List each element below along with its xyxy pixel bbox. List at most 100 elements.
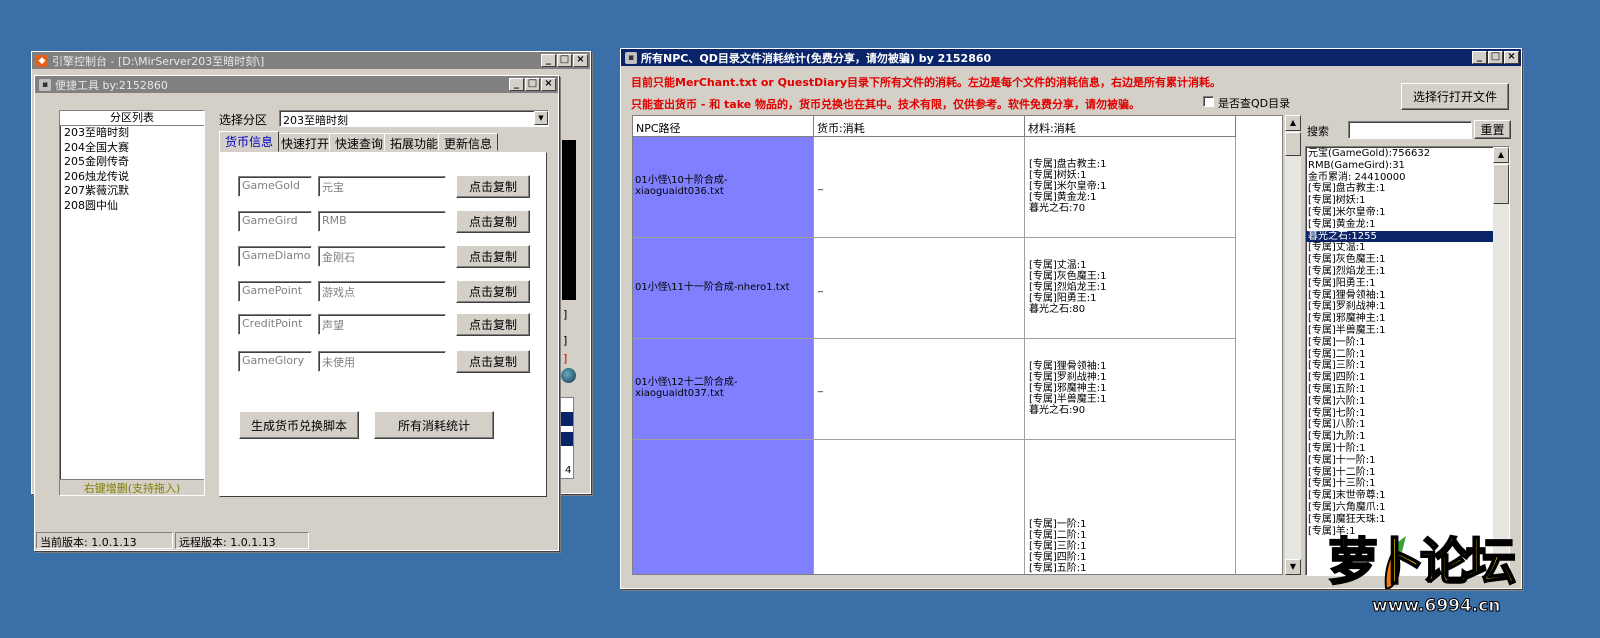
summary-item[interactable]: [专属]末世帝尊:1 — [1306, 490, 1509, 502]
summary-item[interactable]: [专属]邪魔神主:1 — [1306, 313, 1509, 325]
summary-item[interactable]: [专属]灰色魔王:1 — [1306, 254, 1509, 266]
column-header-materials[interactable]: 材料:消耗 — [1025, 116, 1236, 137]
table-row-path-cell[interactable]: 01小怪\11十一阶合成-nhero1.txt — [633, 238, 814, 339]
table-row-materials-cell[interactable]: [专属]狸骨领袖:1 [专属]罗刹战神:1 [专属]邪魔神主:1 [专属]半兽魔… — [1025, 339, 1236, 440]
engine-title-bar[interactable]: ◆ 引擎控制台 - [D:\MirServer203至暗时刻\] _ □ × — [32, 52, 590, 69]
summary-item[interactable]: 金币累消: 24410000 — [1306, 172, 1509, 184]
summary-item[interactable]: 元宝(GameGold):756632 — [1306, 148, 1509, 160]
currency-name-field[interactable]: 游戏点 — [318, 281, 446, 302]
currency-code-field[interactable]: GamePoint — [238, 281, 312, 302]
list-item[interactable]: 203至暗时刻 — [60, 126, 204, 141]
currency-name-field[interactable]: 金刚石 — [318, 246, 446, 267]
copy-button[interactable]: 点击复制 — [456, 175, 530, 198]
tab-extensions[interactable]: 拓展功能 — [384, 133, 445, 151]
generate-script-button[interactable]: 生成货币兑换脚本 — [239, 411, 359, 439]
open-selected-file-button[interactable]: 选择行打开文件 — [1401, 83, 1509, 110]
currency-code-field[interactable]: CreditPoint — [238, 314, 312, 335]
summary-scrollbar[interactable]: ▲ — [1493, 147, 1509, 575]
close-icon[interactable]: × — [1504, 51, 1519, 64]
summary-item[interactable]: [专属]半兽魔王:1 — [1306, 325, 1509, 337]
table-row-materials-cell[interactable]: [专属]丈温:1 [专属]灰色魔王:1 [专属]烈焰龙王:1 [专属]阳勇王:1… — [1025, 238, 1236, 339]
copy-button[interactable]: 点击复制 — [456, 245, 530, 268]
summary-item[interactable]: [专属]树妖:1 — [1306, 195, 1509, 207]
summary-item[interactable]: [专属]丈温:1 — [1306, 242, 1509, 254]
summary-item[interactable]: [专属]十三阶:1 — [1306, 478, 1509, 490]
list-item[interactable]: 206烛龙传说 — [60, 170, 204, 185]
list-item[interactable]: 207紫薇沉默 — [60, 184, 204, 199]
table-row-path-cell[interactable] — [633, 440, 814, 574]
tools-title-bar[interactable]: ▪ 便捷工具 by:2152860 _ □ × — [35, 76, 558, 93]
copy-button[interactable]: 点击复制 — [456, 210, 530, 233]
currency-code-field[interactable]: GameGird — [238, 211, 312, 232]
summary-item[interactable]: [专属]黄金龙:1 — [1306, 219, 1509, 231]
table-row-currency-cell[interactable]: _ — [814, 137, 1025, 238]
scroll-thumb[interactable] — [1493, 164, 1509, 204]
list-item[interactable]: 208圆中仙 — [60, 199, 204, 214]
table-row-materials-cell[interactable]: [专属]盘古教主:1 [专属]树妖:1 [专属]米尔皇帝:1 [专属]黄金龙:1… — [1025, 137, 1236, 238]
table-row-materials-cell[interactable]: [专属]一阶:1 [专属]二阶:1 [专属]三阶:1 [专属]四阶:1 [专属]… — [1025, 440, 1236, 574]
summary-item[interactable]: [专属]盘古教主:1 — [1306, 183, 1509, 195]
tab-quick-open[interactable]: 快速打开 — [275, 133, 336, 151]
summary-item[interactable]: [专属]一阶:1 — [1306, 337, 1509, 349]
scroll-up-icon[interactable]: ▲ — [1493, 147, 1509, 163]
tab-update-info[interactable]: 更新信息 — [438, 133, 499, 151]
summary-item[interactable]: [专属]烈焰龙王:1 — [1306, 266, 1509, 278]
summary-item[interactable]: [专属]七阶:1 — [1306, 408, 1509, 420]
summary-item[interactable]: [专属]二阶:1 — [1306, 349, 1509, 361]
currency-code-field[interactable]: GameDiamond — [238, 246, 312, 267]
maximize-icon[interactable]: □ — [1488, 51, 1503, 64]
qd-checkbox[interactable] — [1203, 96, 1214, 107]
currency-name-field[interactable]: 未使用 — [318, 351, 446, 372]
summary-item[interactable]: [专属]九阶:1 — [1306, 431, 1509, 443]
summary-item[interactable]: [专属]八阶:1 — [1306, 419, 1509, 431]
chevron-down-icon[interactable]: ▼ — [534, 111, 548, 125]
tab-quick-query[interactable]: 快速查询 — [329, 133, 390, 151]
maximize-icon[interactable]: □ — [525, 78, 540, 91]
maximize-icon[interactable]: □ — [557, 54, 572, 67]
currency-code-field[interactable]: GameGold — [238, 176, 312, 197]
currency-name-field[interactable]: 元宝 — [318, 176, 446, 197]
table-row-currency-cell[interactable]: _ — [814, 238, 1025, 339]
summary-item[interactable]: RMB(GameGird):31 — [1306, 160, 1509, 172]
close-icon[interactable]: × — [541, 78, 556, 91]
copy-button[interactable]: 点击复制 — [456, 313, 530, 336]
table-row-path-cell[interactable]: 01小怪\10十阶合成-xiaoguaidt036.txt — [633, 137, 814, 238]
table-row-currency-cell[interactable] — [814, 440, 1025, 574]
summary-item[interactable]: [专属]魔狂天珠:1 — [1306, 514, 1509, 526]
reset-button[interactable]: 重置 — [1474, 120, 1511, 139]
stats-title-bar[interactable]: ▪ 所有NPC、QD目录文件消耗统计(免费分享，请勿被骗) by 2152860… — [621, 49, 1521, 66]
summary-item[interactable]: [专属]狸骨领袖:1 — [1306, 290, 1509, 302]
copy-button[interactable]: 点击复制 — [456, 280, 530, 303]
currency-code-field[interactable]: GameGlory — [238, 351, 312, 372]
grid-scrollbar[interactable]: ▲ ▼ — [1285, 115, 1301, 575]
partition-list[interactable]: 分区列表 203至暗时刻 204全国大赛 205金刚传奇 206烛龙传说 207… — [59, 110, 205, 496]
list-item[interactable]: 205金刚传奇 — [60, 155, 204, 170]
search-input[interactable] — [1348, 121, 1472, 139]
minimize-icon[interactable]: _ — [541, 54, 556, 67]
all-stats-button[interactable]: 所有消耗统计 — [374, 411, 494, 439]
npc-consumption-grid[interactable]: NPC路径 货币:消耗 材料:消耗 01小怪\10十阶合成-xiaoguaidt… — [632, 115, 1283, 575]
summary-item[interactable]: [专属]十一阶:1 — [1306, 455, 1509, 467]
summary-item[interactable]: [专属]六阶:1 — [1306, 396, 1509, 408]
list-item[interactable]: 204全国大赛 — [60, 141, 204, 156]
summary-item[interactable]: [专属]六角魔爪:1 — [1306, 502, 1509, 514]
partition-select[interactable]: 203至暗时刻 ▼ — [279, 110, 549, 127]
column-header-npc-path[interactable]: NPC路径 — [633, 116, 814, 137]
summary-item[interactable]: [专属]十二阶:1 — [1306, 467, 1509, 479]
summary-item[interactable]: [专属]四阶:1 — [1306, 372, 1509, 384]
scroll-down-icon[interactable]: ▼ — [1285, 559, 1301, 575]
currency-name-field[interactable]: RMB — [318, 211, 446, 232]
scroll-thumb[interactable] — [1285, 132, 1301, 156]
minimize-icon[interactable]: _ — [1472, 51, 1487, 64]
summary-item[interactable]: [专属]米尔皇帝:1 — [1306, 207, 1509, 219]
minimize-icon[interactable]: _ — [509, 78, 524, 91]
summary-item[interactable]: [专属]三阶:1 — [1306, 360, 1509, 372]
scroll-up-icon[interactable]: ▲ — [1285, 115, 1301, 131]
table-row-currency-cell[interactable]: _ — [814, 339, 1025, 440]
column-header-currency[interactable]: 货币:消耗 — [814, 116, 1025, 137]
summary-item-selected[interactable]: 暮光之石:1255 — [1306, 230, 1493, 243]
summary-item[interactable]: [专属]五阶:1 — [1306, 384, 1509, 396]
summary-list[interactable]: 元宝(GameGold):756632 RMB(GameGird):31 金币累… — [1305, 146, 1510, 576]
table-row-path-cell[interactable]: 01小怪\12十二阶合成-xiaoguaidt037.txt — [633, 339, 814, 440]
close-icon[interactable]: × — [573, 54, 588, 67]
